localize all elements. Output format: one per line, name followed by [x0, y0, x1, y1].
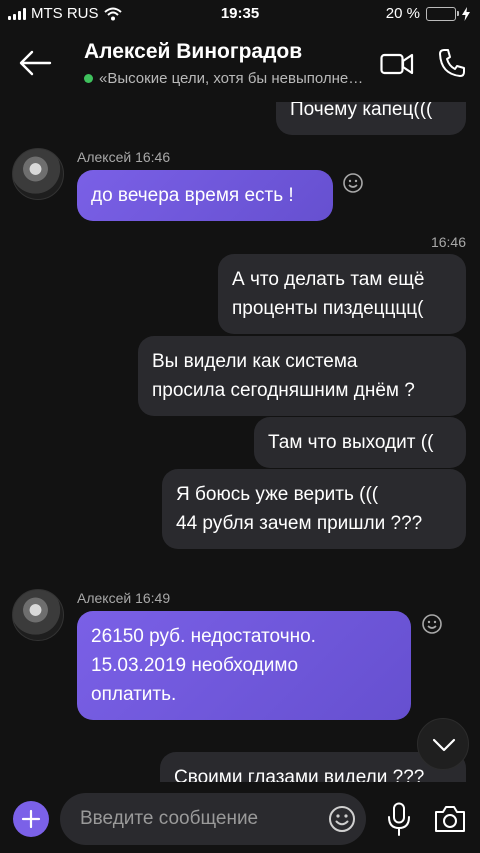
status-bar-right: 20 % — [386, 5, 470, 22]
message-incoming[interactable]: до вечера время есть ! — [77, 170, 333, 221]
status-bar: MTS RUS 19:35 20 % — [0, 0, 480, 28]
avatar[interactable] — [12, 148, 64, 200]
message-outgoing[interactable]: Вы видели как система просила сегодняшни… — [138, 336, 466, 416]
message-input-placeholder: Введите сообщение — [80, 808, 259, 829]
message-outgoing[interactable]: Почему капец((( — [276, 102, 466, 135]
phone-icon[interactable] — [438, 48, 466, 78]
sender-line: Алексей 16:49 — [77, 590, 170, 606]
message-list[interactable]: Почему капец((( Алексей 16:46 до вечера … — [0, 102, 480, 782]
message-time: 16:46 — [135, 149, 171, 165]
camera-icon[interactable] — [433, 804, 467, 834]
battery-icon — [426, 6, 459, 21]
smiley-icon[interactable] — [342, 172, 364, 194]
message-input[interactable]: Введите сообщение — [60, 793, 366, 845]
microphone-icon[interactable] — [386, 802, 412, 836]
sender-name: Алексей — [77, 149, 132, 165]
online-indicator — [84, 74, 93, 83]
battery-percent: 20 % — [385, 5, 420, 22]
plus-icon — [21, 809, 41, 829]
attach-button[interactable] — [13, 801, 49, 837]
video-call-icon[interactable] — [380, 50, 414, 78]
chevron-down-icon — [432, 738, 456, 752]
back-arrow-icon[interactable] — [18, 48, 52, 78]
contact-status-text: «Высокие цели, хотя бы невыполне… — [99, 70, 364, 87]
avatar[interactable] — [12, 589, 64, 641]
message-time: 16:49 — [135, 590, 171, 606]
scroll-to-bottom-button[interactable] — [417, 718, 469, 770]
message-incoming[interactable]: 26150 руб. недостаточно. 15.03.2019 необ… — [77, 611, 411, 720]
sender-line: Алексей 16:46 — [77, 149, 170, 165]
message-outgoing[interactable]: Там что выходит (( — [254, 417, 466, 468]
message-time: 16:46 — [430, 234, 466, 250]
message-outgoing[interactable]: Я боюсь уже верить ((( 44 рубля зачем пр… — [162, 469, 466, 549]
sender-name: Алексей — [77, 590, 132, 606]
composer-bar: Введите сообщение — [0, 782, 480, 853]
charging-icon — [462, 6, 470, 21]
contact-name[interactable]: Алексей Виноградов — [84, 40, 302, 64]
message-outgoing[interactable]: А что делать там ещё проценты пиздецццц( — [218, 254, 466, 334]
emoji-icon[interactable] — [328, 805, 356, 833]
chat-header: Алексей Виноградов «Высокие цели, хотя б… — [0, 28, 480, 102]
smiley-icon[interactable] — [421, 613, 443, 635]
contact-status: «Высокие цели, хотя бы невыполне… — [84, 70, 363, 87]
